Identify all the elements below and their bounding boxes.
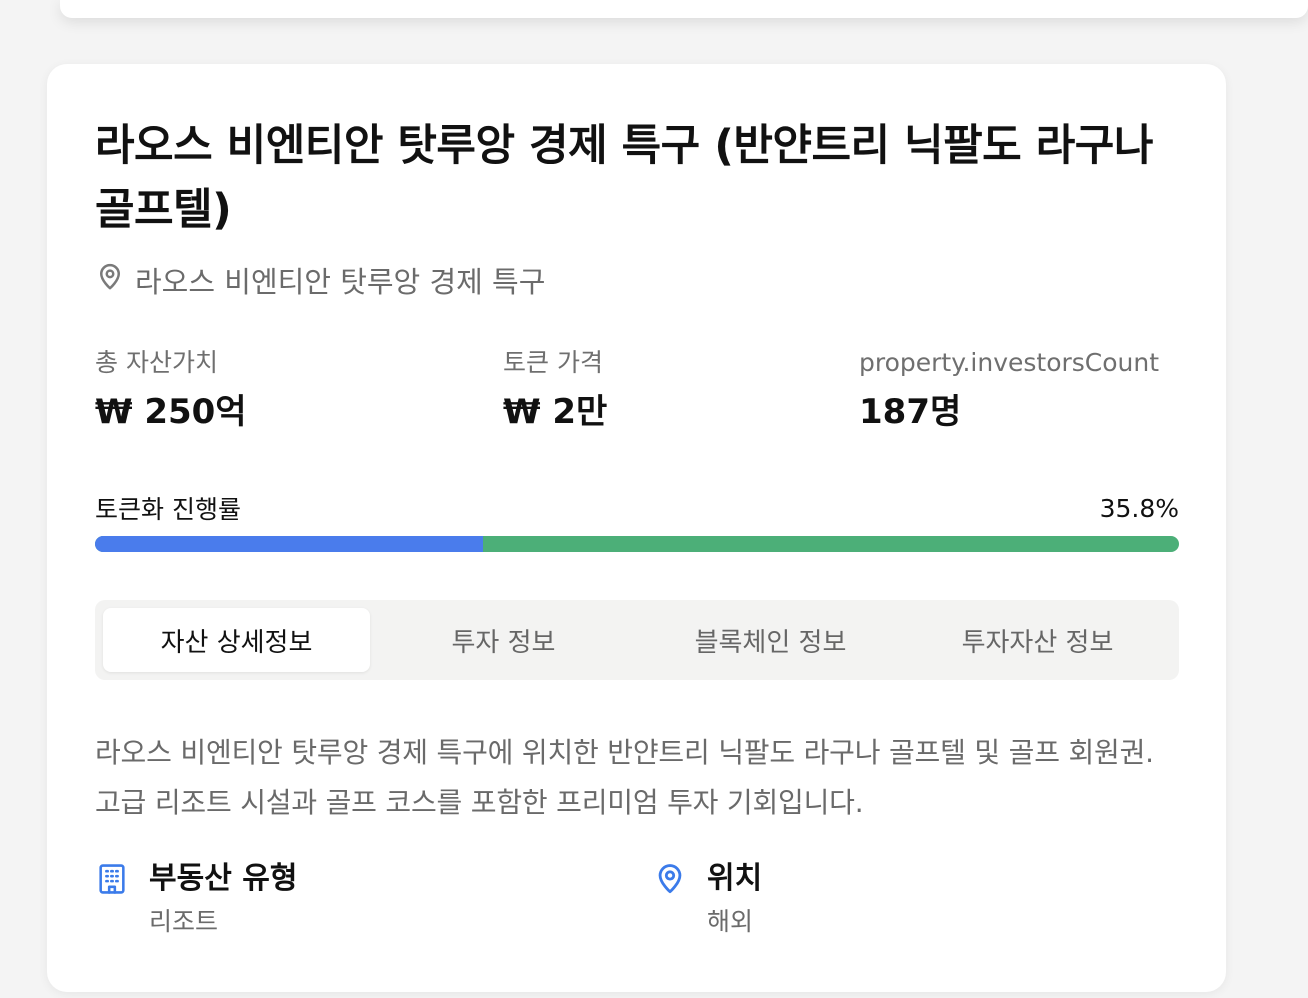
progress-percent: 35.8%: [1099, 493, 1179, 523]
property-type-title: 부동산 유형: [149, 861, 298, 896]
progress-bar: [95, 536, 1179, 552]
stats-row: 총 자산가치 ₩ 250억 토큰 가격 ₩ 2만 property.invest…: [95, 346, 1179, 436]
progress-fill: [95, 536, 484, 552]
property-title: 라오스 비엔티안 탓루앙 경제 특구 (반얀트리 닉팔도 라구나 골프텔): [95, 121, 1153, 235]
property-description: 라오스 비엔티안 탓루앙 경제 특구에 위치한 반얀트리 닉팔도 라구나 골프텔…: [95, 736, 1154, 819]
stat-label: property.investorsCount: [859, 348, 1160, 377]
building-icon: [95, 856, 129, 942]
previous-card-edge: [60, 0, 1308, 18]
stat-label: 토큰 가격: [503, 348, 603, 377]
property-location: 라오스 비엔티안 탓루앙 경제 특구: [95, 260, 545, 300]
stat-value: ₩ 2만: [503, 392, 608, 432]
map-pin-icon: [95, 262, 125, 299]
tab-investment-info[interactable]: 투자 정보: [370, 608, 637, 672]
tab-asset-details[interactable]: 자산 상세정보: [103, 608, 370, 672]
stat-token-price: 토큰 가격 ₩ 2만: [503, 346, 607, 442]
stat-total-value: 총 자산가치 ₩ 250억: [95, 346, 247, 442]
location-info-title: 위치: [707, 861, 763, 896]
stat-investors: property.investorsCount 187명: [859, 346, 1159, 442]
progress-label: 토큰화 진행률: [95, 495, 241, 524]
location-text: 라오스 비엔티안 탓루앙 경제 특구: [135, 265, 546, 299]
progress-header: 토큰화 진행률 35.8%: [95, 488, 1179, 528]
tab-invested-asset-info[interactable]: 투자자산 정보: [904, 608, 1171, 672]
property-card: 라오스 비엔티안 탓루앙 경제 특구 (반얀트리 닉팔도 라구나 골프텔) 라오…: [47, 64, 1226, 992]
stat-value: 187명: [859, 392, 962, 432]
detail-tabs: 자산 상세정보 투자 정보 블록체인 정보 투자자산 정보: [95, 600, 1179, 680]
location-info-text: 위치 해외: [707, 856, 762, 942]
tab-blockchain-info[interactable]: 블록체인 정보: [637, 608, 904, 672]
location-info-value: 해외: [707, 907, 754, 936]
stat-value: ₩ 250억: [95, 392, 247, 432]
property-type-value: 리조트: [149, 907, 219, 936]
property-type-text: 부동산 유형 리조트: [149, 856, 297, 942]
property-type-info: 부동산 유형 리조트: [95, 856, 297, 942]
stat-label: 총 자산가치: [95, 348, 218, 377]
map-pin-icon: [653, 856, 687, 942]
location-info: 위치 해외: [653, 856, 762, 942]
